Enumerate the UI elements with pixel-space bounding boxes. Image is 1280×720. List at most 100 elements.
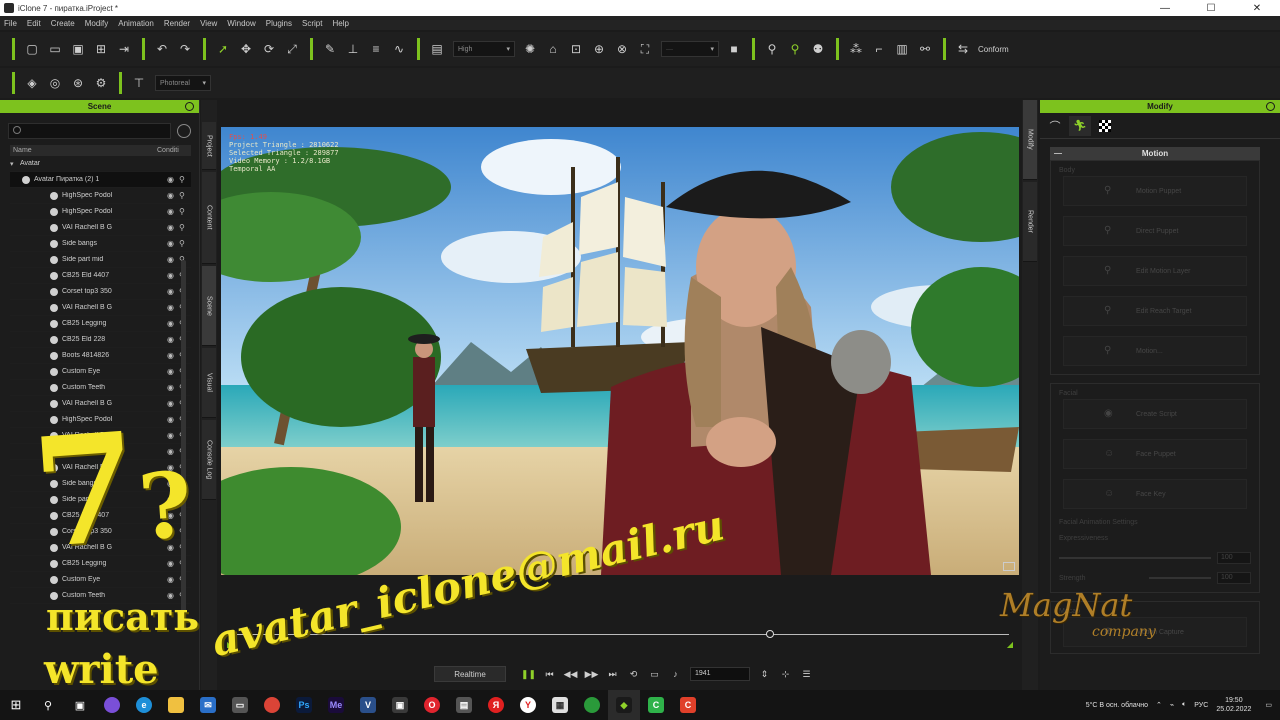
sound-icon[interactable]: ♪ xyxy=(665,669,686,679)
menu-script[interactable]: Script xyxy=(302,19,322,28)
create-script-button[interactable]: ◉ Create Script xyxy=(1063,399,1247,429)
target-icon[interactable]: ⊹ xyxy=(775,669,796,680)
visibility-eye-icon[interactable]: ◉ xyxy=(167,255,179,264)
app-8-icon[interactable]: C xyxy=(672,690,704,720)
input-language[interactable]: РУС xyxy=(1194,702,1208,709)
visibility-eye-icon[interactable]: ◉ xyxy=(167,399,179,408)
bone-icon[interactable]: ⚲ xyxy=(761,38,783,60)
menu-animation[interactable]: Animation xyxy=(118,19,154,28)
visibility-eye-icon[interactable]: ◉ xyxy=(167,239,179,248)
column-name[interactable]: Name xyxy=(10,147,157,154)
tree-row[interactable]: HighSpec Podol ◉⚲ xyxy=(10,204,191,220)
app-c-icon[interactable]: C xyxy=(640,690,672,720)
scene-search-input[interactable] xyxy=(8,123,171,139)
conform-icon[interactable]: ⇆ xyxy=(952,38,974,60)
pin-icon[interactable] xyxy=(1266,102,1275,111)
tree-row[interactable]: VAI Rachell B G◉⚲ xyxy=(10,220,191,236)
loop-icon[interactable]: ⟲ xyxy=(623,669,644,680)
corner-icon[interactable]: ⌐ xyxy=(868,38,890,60)
tree-row[interactable]: HighSpec Podol ◉⚲ xyxy=(10,188,191,204)
light-icon[interactable]: ✺ xyxy=(519,38,541,60)
link-icon[interactable]: ⚯ xyxy=(914,38,936,60)
close-button[interactable]: ✕ xyxy=(1234,0,1280,16)
condition-icon[interactable]: ⚲ xyxy=(179,223,191,232)
align-icon[interactable]: ⊥ xyxy=(342,38,364,60)
render-export-icon[interactable]: ⊤ xyxy=(128,72,150,94)
menu-create[interactable]: Create xyxy=(51,19,75,28)
menu-modify[interactable]: Modify xyxy=(85,19,109,28)
tree-root-row[interactable]: ▾ Avatar xyxy=(10,156,191,172)
app-5-icon[interactable]: ▤ xyxy=(448,690,480,720)
tab-scene[interactable]: Scene xyxy=(202,266,216,346)
filter-icon[interactable] xyxy=(177,124,191,138)
visibility-eye-icon[interactable]: ◉ xyxy=(167,207,179,216)
add-icon[interactable]: ⊕ xyxy=(588,38,610,60)
path-icon[interactable]: ∿ xyxy=(388,38,410,60)
mail-icon[interactable]: ✉ xyxy=(192,690,224,720)
video-camera-icon[interactable]: ■ xyxy=(723,38,745,60)
collapse-icon[interactable]: ▾ xyxy=(10,160,20,168)
chrome-icon[interactable] xyxy=(256,690,288,720)
start-button[interactable]: ⊞ xyxy=(0,690,32,720)
task-view-icon[interactable]: ▣ xyxy=(64,690,96,720)
column-condition[interactable]: Conditi xyxy=(157,147,191,154)
visibility-eye-icon[interactable]: ◉ xyxy=(167,383,179,392)
display-icon[interactable]: ▤ xyxy=(426,38,448,60)
face-puppet-button[interactable]: ☺ Face Puppet xyxy=(1063,439,1247,469)
open-folder-icon[interactable]: ▭ xyxy=(44,38,66,60)
maximize-button[interactable]: ☐ xyxy=(1188,0,1234,16)
tree-row[interactable]: CB25 Eld 228◉⚲ xyxy=(10,332,191,348)
tab-console-log[interactable]: Console Log xyxy=(202,420,216,500)
viewport-options-icon[interactable] xyxy=(1003,562,1015,571)
quality-select[interactable]: High ▾ xyxy=(453,41,515,57)
render-options-icon[interactable]: ⚙ xyxy=(90,72,112,94)
tab-content[interactable]: Content xyxy=(202,172,216,264)
condition-icon[interactable]: ⚲ xyxy=(179,239,191,248)
expressiveness-value[interactable]: 100 xyxy=(1217,552,1251,564)
app-3-icon[interactable]: ▭ xyxy=(224,690,256,720)
visibility-eye-icon[interactable]: ◉ xyxy=(167,287,179,296)
tree-row[interactable]: Custom Teeth◉⚲ xyxy=(10,380,191,396)
speaker-icon[interactable]: 🔈︎ xyxy=(1182,701,1186,709)
render-scene-icon[interactable]: ◈ xyxy=(21,72,43,94)
menu-edit[interactable]: Edit xyxy=(27,19,41,28)
tree-row[interactable]: Side bangs ◉⚲ xyxy=(10,236,191,252)
notifications-icon[interactable]: ▭ xyxy=(1265,701,1272,709)
motion-extra-button[interactable]: ⚲ Motion... xyxy=(1063,336,1247,366)
weather-widget[interactable]: 5°C В осн. облачно xyxy=(1086,702,1148,709)
condition-icon[interactable]: ⚲ xyxy=(179,207,191,216)
app-7-icon[interactable] xyxy=(576,690,608,720)
app-4-icon[interactable]: ▣ xyxy=(384,690,416,720)
display-icon[interactable]: ▭ xyxy=(644,669,665,680)
search-icon[interactable]: ⚲ xyxy=(32,690,64,720)
pause-icon[interactable]: ❚❚ xyxy=(518,669,539,680)
app-6-icon[interactable]: ▦ xyxy=(544,690,576,720)
edit-icon[interactable]: ✎ xyxy=(319,38,341,60)
pose-icon[interactable]: ⚲ xyxy=(784,38,806,60)
strength-value[interactable]: 100 xyxy=(1217,572,1251,584)
redo-icon[interactable]: ↷ xyxy=(174,38,196,60)
tab-project[interactable]: Project xyxy=(202,122,216,170)
tree-row[interactable]: VAI Rachell B G◉⚲ xyxy=(10,300,191,316)
pivot-icon[interactable]: ⁂ xyxy=(845,38,867,60)
tab-material-icon[interactable] xyxy=(1094,116,1116,136)
photoshop-icon[interactable]: Ps xyxy=(288,690,320,720)
menu-plugins[interactable]: Plugins xyxy=(266,19,292,28)
file-explorer-icon[interactable] xyxy=(160,690,192,720)
iclone-taskbar-icon[interactable]: ◆ xyxy=(608,690,640,720)
tree-row[interactable]: CB25 Eld 4407◉⚲ xyxy=(10,268,191,284)
scale-icon[interactable]: ⤢ xyxy=(281,38,303,60)
menu-render[interactable]: Render xyxy=(164,19,190,28)
tree-row[interactable]: CB25 Legging◉⚲ xyxy=(10,316,191,332)
tray-chevron-icon[interactable]: ⌃ xyxy=(1156,701,1162,709)
tree-row[interactable]: Side part mid◉⚲ xyxy=(10,252,191,268)
tab-appearance-icon[interactable]: ⌒ xyxy=(1044,116,1066,136)
opera-icon[interactable]: O xyxy=(416,690,448,720)
face-key-button[interactable]: ☺ Face Key xyxy=(1063,479,1247,509)
select-arrow-icon[interactable]: ➚ xyxy=(212,38,234,60)
move-icon[interactable]: ✥ xyxy=(235,38,257,60)
clipboard-icon[interactable]: ▥ xyxy=(891,38,913,60)
render-preview-icon[interactable]: ◎ xyxy=(44,72,66,94)
clock[interactable]: 19:50 25.02.2022 xyxy=(1216,696,1251,714)
tab-animation-icon[interactable]: 🏃︎ xyxy=(1069,115,1091,136)
